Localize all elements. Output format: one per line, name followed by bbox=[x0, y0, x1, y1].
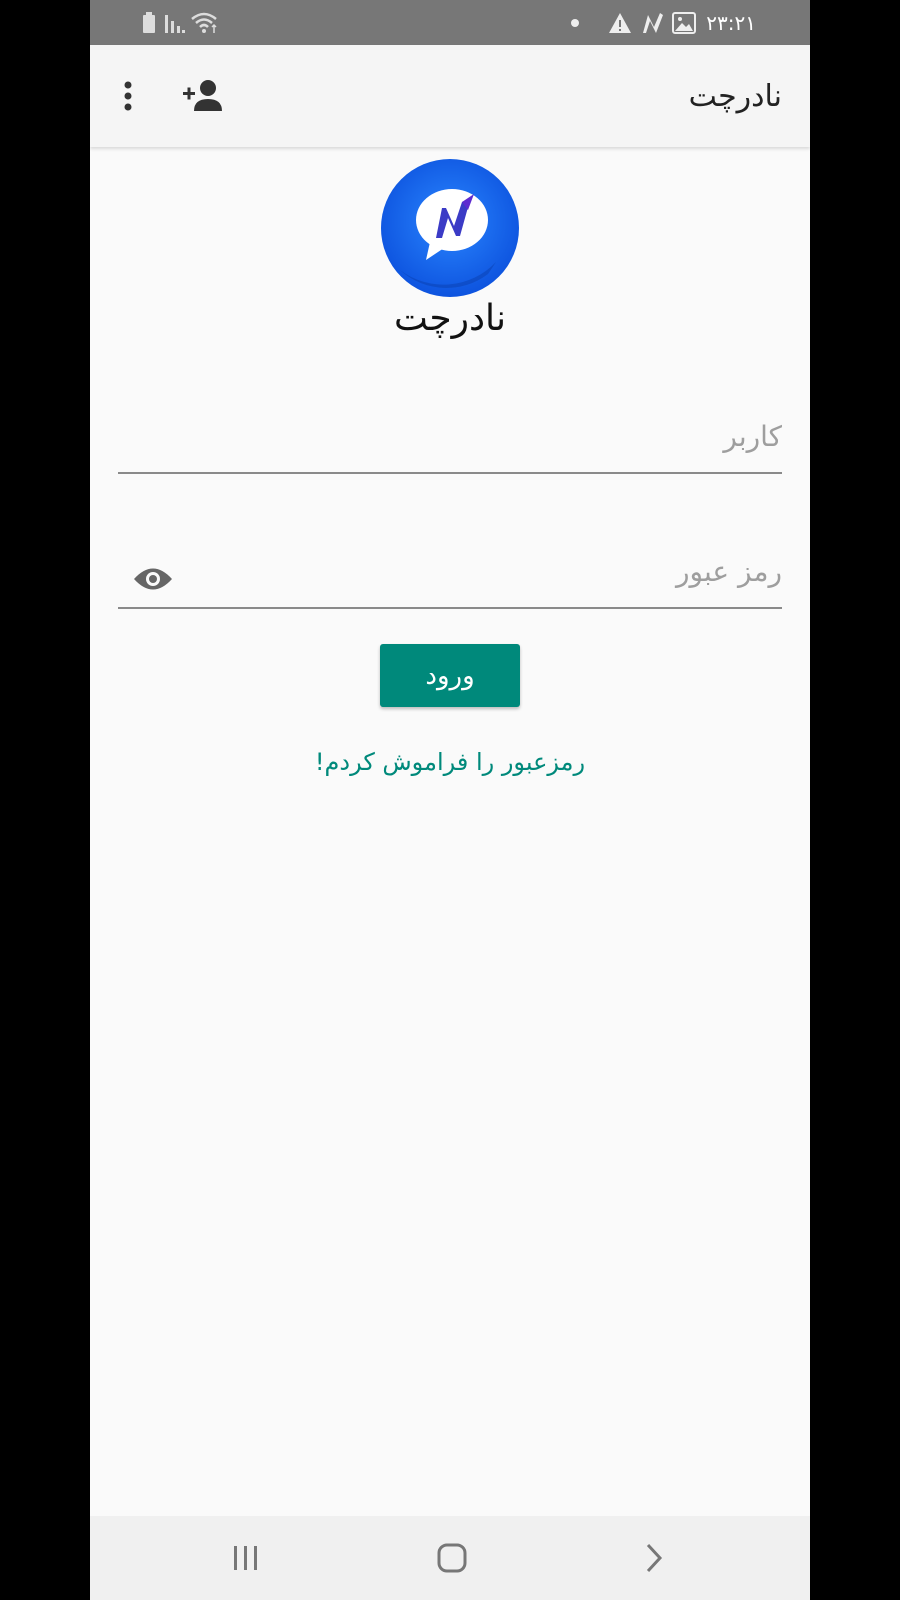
status-bar: ۲۳:۲۱ bbox=[90, 0, 810, 45]
navigation-bar bbox=[90, 1516, 810, 1600]
brand-name: نادرچت bbox=[393, 298, 506, 339]
phone-screen: ۲۳:۲۱ نادرچت نادرچت کاربر ورود رمزعبور ر… bbox=[90, 0, 810, 1600]
battery-icon bbox=[142, 0, 156, 45]
recent-apps-icon[interactable] bbox=[216, 1532, 276, 1584]
app-bar: نادرچت bbox=[90, 45, 810, 147]
more-vert-icon[interactable] bbox=[108, 71, 148, 121]
warning-icon bbox=[608, 0, 632, 45]
nader-chat-logo bbox=[380, 158, 520, 298]
image-icon bbox=[672, 0, 696, 45]
wifi-icon bbox=[190, 0, 220, 45]
home-icon[interactable] bbox=[422, 1532, 482, 1584]
back-icon[interactable] bbox=[624, 1532, 684, 1584]
password-input[interactable] bbox=[118, 555, 782, 596]
status-time: ۲۳:۲۱ bbox=[706, 10, 756, 35]
username-input[interactable] bbox=[118, 420, 782, 461]
signal-icon bbox=[164, 0, 186, 45]
forgot-password-link[interactable]: رمزعبور را فراموش کردم! bbox=[90, 748, 810, 776]
eye-icon[interactable] bbox=[132, 561, 174, 597]
app-notification-icon bbox=[640, 0, 666, 45]
username-field bbox=[118, 420, 782, 474]
add-user-icon[interactable] bbox=[178, 73, 228, 119]
login-button[interactable]: ورود bbox=[380, 644, 520, 707]
password-field bbox=[118, 555, 782, 609]
app-title: نادرچت bbox=[688, 78, 782, 114]
dot-icon bbox=[570, 0, 580, 45]
